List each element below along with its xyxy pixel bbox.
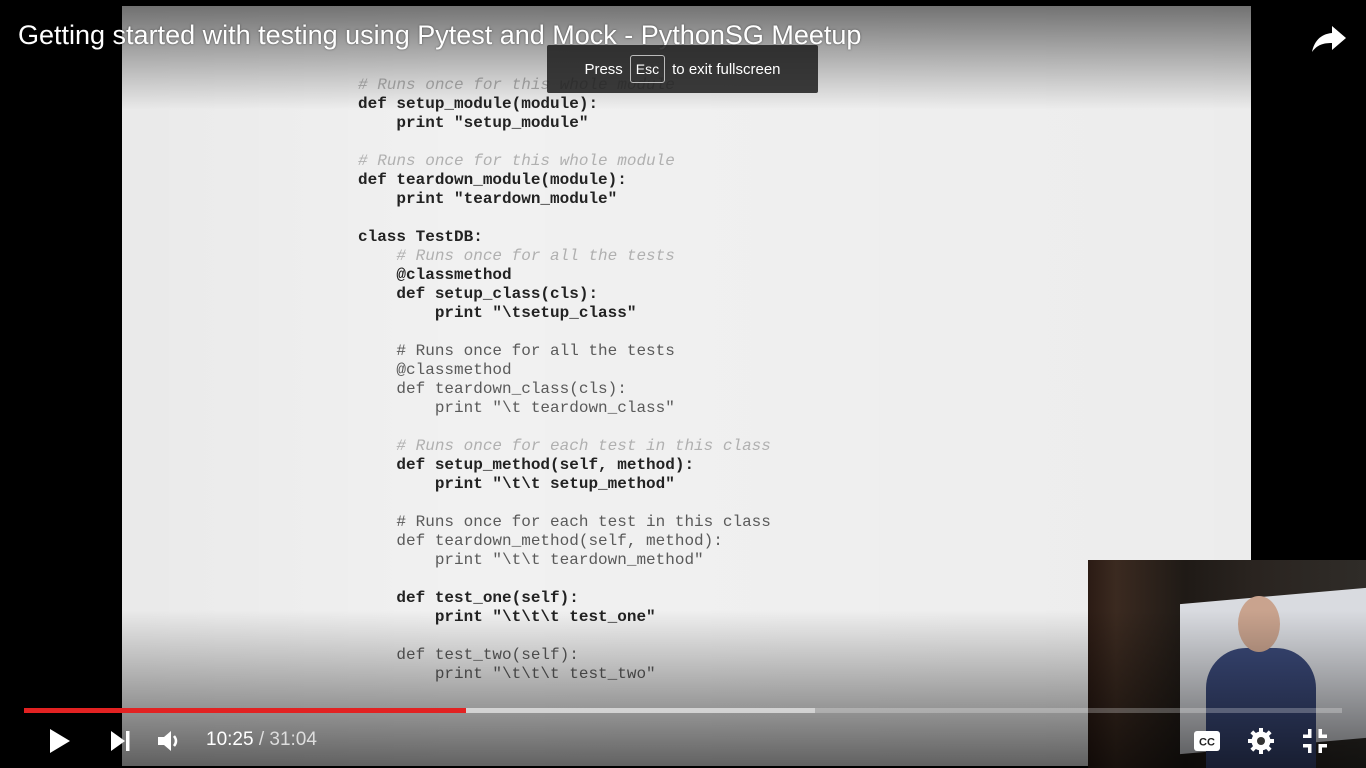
esc-key-label: Esc	[629, 55, 666, 83]
code-line: print "\tsetup_class"	[358, 304, 637, 322]
current-time: 10:25	[206, 729, 254, 750]
cc-icon: CC	[1194, 731, 1220, 751]
code-line: print "\t\t setup_method"	[358, 475, 675, 493]
code-line: def setup_method(self, method):	[358, 456, 695, 474]
time-display: 10:25 / 31:04	[206, 729, 317, 751]
code-line: # Runs once for each test in this class	[358, 513, 771, 531]
code-line: print "\t\t teardown_method"	[358, 551, 704, 569]
code-line: def teardown_class(cls):	[358, 380, 627, 398]
code-line: def test_one(self):	[358, 589, 579, 607]
code-line: # Runs once for each test in this class	[358, 437, 771, 455]
gear-icon	[1248, 728, 1274, 754]
code-line: print "\t teardown_class"	[358, 399, 675, 417]
code-line: def setup_class(cls):	[358, 285, 599, 303]
exit-fullscreen-button[interactable]	[1296, 722, 1334, 760]
volume-icon	[158, 731, 178, 751]
progress-played	[24, 708, 467, 713]
progress-bar[interactable]	[24, 708, 1342, 713]
code-line: @classmethod	[358, 361, 512, 379]
code-line: @classmethod	[358, 266, 512, 284]
code-line: def teardown_module(module):	[358, 171, 627, 189]
play-icon	[50, 729, 70, 753]
duration: 31:04	[269, 729, 317, 750]
code-line: def teardown_method(self, method):	[358, 532, 723, 550]
bottom-overlay	[0, 610, 1366, 768]
time-separator: /	[253, 729, 270, 750]
settings-button[interactable]	[1242, 722, 1280, 760]
toast-press-text: Press	[584, 60, 623, 78]
exit-fullscreen-icon	[1303, 729, 1327, 753]
next-button[interactable]	[102, 722, 138, 760]
code-line: print "setup_module"	[358, 114, 589, 132]
share-icon	[1312, 26, 1346, 52]
fullscreen-toast: Press Esc to exit fullscreen	[547, 45, 818, 93]
svg-text:CC: CC	[1199, 737, 1215, 749]
code-line: # Runs once for this whole module	[358, 152, 675, 170]
next-icon	[111, 731, 130, 751]
toast-suffix-text: to exit fullscreen	[672, 60, 781, 78]
play-button[interactable]	[40, 722, 78, 760]
code-line: class TestDB:	[358, 228, 483, 246]
slide-code-block: # Runs once for this whole module def set…	[358, 76, 771, 684]
captions-button[interactable]: CC	[1188, 722, 1226, 760]
code-line: # Runs once for all the tests	[358, 342, 675, 360]
share-button[interactable]	[1306, 16, 1350, 60]
volume-button[interactable]	[152, 722, 188, 760]
code-line: print "teardown_module"	[358, 190, 618, 208]
code-line: # Runs once for all the tests	[358, 247, 675, 265]
